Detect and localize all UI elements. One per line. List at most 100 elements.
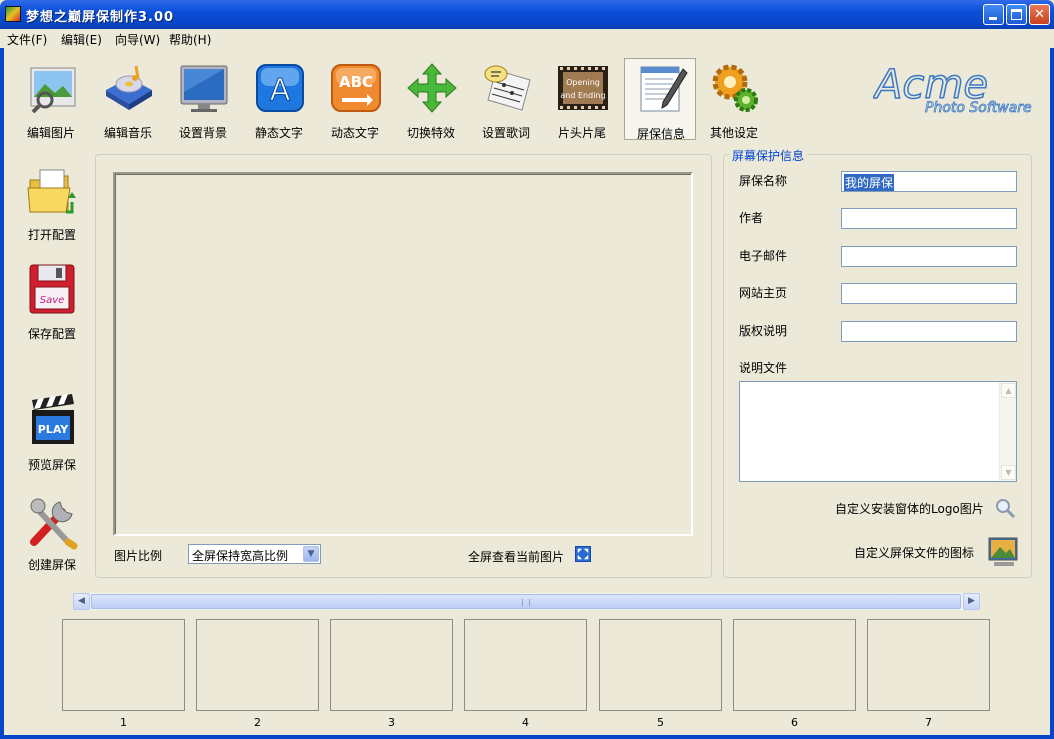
menu-file[interactable]: 文件(F) [7, 31, 47, 48]
screensaver-name-value: 我的屏保 [844, 174, 895, 191]
screensaver-name-input[interactable]: 我的屏保 [841, 171, 1017, 192]
acme-logo: Acme Photo Software [873, 61, 1032, 116]
create-screensaver-button[interactable]: 创建屏保 [18, 494, 86, 578]
scrollbar-grip [522, 599, 530, 606]
title-bar[interactable]: 梦想之巅屏保制作3.00 ✕ [0, 0, 1054, 29]
description-textarea[interactable]: ▲ ▼ [739, 381, 1017, 482]
ratio-label: 图片比例 [114, 549, 163, 563]
author-input[interactable] [841, 208, 1017, 229]
tool-opening-ending[interactable]: Opening and Ending 片头片尾 [546, 58, 618, 140]
thumbnail-number: 5 [657, 716, 664, 729]
thumbnail-scrollbar[interactable]: ◀ ▶ [73, 593, 980, 610]
side-label: 创建屏保 [27, 558, 76, 572]
app-icon[interactable] [5, 6, 21, 22]
tool-static-text[interactable]: A 静态文字 [243, 58, 315, 140]
search-icon[interactable] [994, 497, 1016, 519]
custom-icon-label: 自定义屏保文件的图标 [854, 546, 975, 560]
window-frame-right [1050, 29, 1054, 739]
tool-label: 设置背景 [178, 126, 227, 140]
menu-edit[interactable]: 编辑(E) [61, 31, 102, 48]
preview-area[interactable] [113, 172, 693, 536]
thumbnail-slot[interactable] [196, 619, 319, 711]
scroll-right-icon[interactable]: ▶ [963, 593, 980, 610]
transition-effect-icon [407, 63, 457, 113]
maximize-button[interactable] [1006, 4, 1027, 25]
side-label: 保存配置 [27, 327, 76, 341]
menu-help[interactable]: 帮助(H) [169, 31, 211, 48]
side-label: 预览屏保 [27, 458, 76, 472]
opening-ending-icon: Opening and Ending [558, 66, 608, 110]
monitor-background-icon [180, 65, 228, 112]
maximize-icon [1011, 9, 1022, 20]
menu-wizard[interactable]: 向导(W) [115, 31, 160, 48]
tool-edit-music[interactable]: 编辑音乐 [92, 58, 164, 140]
thumbnail-slot[interactable] [464, 619, 587, 711]
field-label-author: 作者 [739, 211, 764, 225]
field-label-description: 说明文件 [739, 361, 788, 375]
opening-text: Opening [566, 78, 600, 87]
field-label-website: 网站主页 [739, 286, 788, 300]
chevron-down-icon[interactable]: ▼ [303, 546, 319, 562]
tool-edit-picture[interactable]: 编辑图片 [15, 58, 87, 140]
thumbnail-slot[interactable] [733, 619, 856, 711]
scroll-up-icon[interactable]: ▲ [1001, 383, 1016, 398]
picture-icon[interactable] [986, 535, 1020, 569]
website-input[interactable] [841, 283, 1017, 304]
fullscreen-label: 全屏查看当前图片 [468, 550, 565, 564]
thumbnail-number: 2 [254, 716, 261, 729]
ratio-select[interactable]: 全屏保持宽高比例 ▼ [188, 544, 321, 564]
scrollbar-thumb[interactable] [91, 594, 961, 609]
thumbnail-number: 6 [791, 716, 798, 729]
thumbnail-slot[interactable] [867, 619, 990, 711]
thumbnail-slot[interactable] [599, 619, 722, 711]
tool-other-settings[interactable]: 其他设定 [698, 58, 770, 140]
tool-screensaver-info[interactable]: 屏保信息 [624, 58, 696, 141]
preview-screensaver-button[interactable]: PLAY 预览屏保 [18, 394, 86, 478]
tool-label: 屏保信息 [636, 127, 685, 141]
scroll-left-icon[interactable]: ◀ [73, 593, 90, 610]
save-config-button[interactable]: Save 保存配置 [18, 263, 86, 347]
ending-text: and Ending [560, 91, 605, 100]
field-label-copyright: 版权说明 [739, 324, 788, 338]
thumbnail-number: 3 [388, 716, 395, 729]
play-icon-text: PLAY [38, 423, 70, 436]
window-frame-left [0, 29, 4, 739]
tool-label: 其他设定 [709, 126, 758, 140]
tool-animated-text[interactable]: ABC 动态文字 [319, 58, 391, 140]
description-scrollbar[interactable]: ▲ ▼ [999, 382, 1016, 481]
minimize-button[interactable] [983, 4, 1004, 25]
svg-text:ABC: ABC [339, 73, 373, 91]
taskbar-edge [0, 735, 1054, 739]
fullscreen-icon[interactable] [575, 546, 591, 562]
edit-music-icon [106, 65, 152, 110]
tool-set-lyrics[interactable]: 设置歌词 [470, 58, 542, 140]
thumbnail-number: 1 [120, 716, 127, 729]
open-config-button[interactable]: 打开配置 [18, 164, 86, 248]
ratio-value: 全屏保持宽高比例 [192, 549, 289, 563]
tool-label: 切换特效 [406, 126, 455, 140]
email-input[interactable] [841, 246, 1017, 267]
tool-label: 静态文字 [254, 126, 303, 140]
svg-text:A: A [270, 73, 291, 108]
close-button[interactable]: ✕ [1029, 4, 1050, 25]
tool-label: 设置歌词 [481, 126, 530, 140]
animated-text-icon: ABC [331, 64, 381, 112]
tool-label: 编辑音乐 [103, 126, 152, 140]
static-text-icon: A [256, 64, 304, 112]
tool-transition-effect[interactable]: 切换特效 [395, 58, 467, 140]
tool-label: 动态文字 [330, 126, 379, 140]
copyright-input[interactable] [841, 321, 1017, 342]
thumbnail-number: 7 [925, 716, 932, 729]
save-disk-icon: Save [29, 264, 75, 314]
screensaver-info-icon [640, 66, 688, 112]
scroll-down-icon[interactable]: ▼ [1001, 465, 1016, 480]
tool-label: 编辑图片 [26, 126, 75, 140]
tool-set-background[interactable]: 设置背景 [167, 58, 239, 140]
thumbnail-slot[interactable] [330, 619, 453, 711]
play-clapper-icon: PLAY [32, 394, 74, 444]
thumbnail-slot[interactable] [62, 619, 185, 711]
logo-sub: Photo Software [925, 100, 1032, 116]
close-icon: ✕ [1034, 7, 1045, 22]
tool-label: 片头片尾 [557, 126, 606, 140]
lyrics-icon [484, 65, 531, 111]
